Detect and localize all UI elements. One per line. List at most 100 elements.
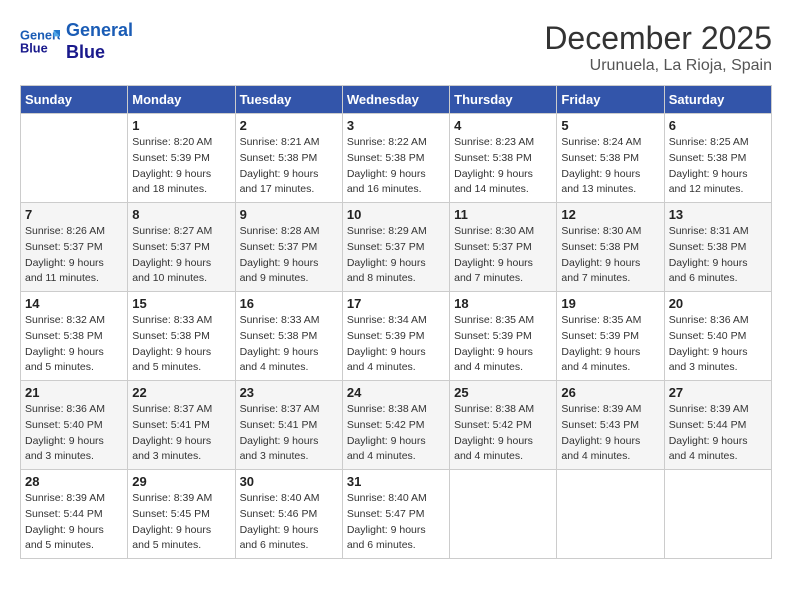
day-number: 7 [25, 207, 123, 222]
calendar-cell: 20 Sunrise: 8:36 AM Sunset: 5:40 PM Dayl… [664, 292, 771, 381]
calendar-cell: 12 Sunrise: 8:30 AM Sunset: 5:38 PM Dayl… [557, 203, 664, 292]
calendar-cell: 15 Sunrise: 8:33 AM Sunset: 5:38 PM Dayl… [128, 292, 235, 381]
cell-info: Sunrise: 8:36 AM Sunset: 5:40 PM Dayligh… [669, 313, 767, 376]
calendar-cell: 10 Sunrise: 8:29 AM Sunset: 5:37 PM Dayl… [342, 203, 449, 292]
day-header-sunday: Sunday [21, 86, 128, 114]
day-number: 9 [240, 207, 338, 222]
day-number: 4 [454, 118, 552, 133]
day-number: 16 [240, 296, 338, 311]
cell-info: Sunrise: 8:29 AM Sunset: 5:37 PM Dayligh… [347, 224, 445, 287]
calendar-cell: 7 Sunrise: 8:26 AM Sunset: 5:37 PM Dayli… [21, 203, 128, 292]
logo-blue: Blue [66, 42, 133, 64]
cell-info: Sunrise: 8:34 AM Sunset: 5:39 PM Dayligh… [347, 313, 445, 376]
day-header-monday: Monday [128, 86, 235, 114]
calendar-week-5: 28 Sunrise: 8:39 AM Sunset: 5:44 PM Dayl… [21, 470, 772, 559]
calendar-cell: 6 Sunrise: 8:25 AM Sunset: 5:38 PM Dayli… [664, 114, 771, 203]
day-number: 11 [454, 207, 552, 222]
calendar-week-3: 14 Sunrise: 8:32 AM Sunset: 5:38 PM Dayl… [21, 292, 772, 381]
cell-info: Sunrise: 8:36 AM Sunset: 5:40 PM Dayligh… [25, 402, 123, 465]
day-number: 25 [454, 385, 552, 400]
day-header-saturday: Saturday [664, 86, 771, 114]
logo: General Blue General Blue [20, 20, 133, 63]
calendar-cell: 25 Sunrise: 8:38 AM Sunset: 5:42 PM Dayl… [450, 381, 557, 470]
cell-info: Sunrise: 8:28 AM Sunset: 5:37 PM Dayligh… [240, 224, 338, 287]
cell-info: Sunrise: 8:38 AM Sunset: 5:42 PM Dayligh… [347, 402, 445, 465]
calendar-cell: 1 Sunrise: 8:20 AM Sunset: 5:39 PM Dayli… [128, 114, 235, 203]
calendar-cell: 18 Sunrise: 8:35 AM Sunset: 5:39 PM Dayl… [450, 292, 557, 381]
day-number: 31 [347, 474, 445, 489]
day-number: 19 [561, 296, 659, 311]
calendar-cell: 5 Sunrise: 8:24 AM Sunset: 5:38 PM Dayli… [557, 114, 664, 203]
calendar-cell: 30 Sunrise: 8:40 AM Sunset: 5:46 PM Dayl… [235, 470, 342, 559]
cell-info: Sunrise: 8:33 AM Sunset: 5:38 PM Dayligh… [132, 313, 230, 376]
calendar-cell: 9 Sunrise: 8:28 AM Sunset: 5:37 PM Dayli… [235, 203, 342, 292]
calendar-cell: 4 Sunrise: 8:23 AM Sunset: 5:38 PM Dayli… [450, 114, 557, 203]
day-number: 2 [240, 118, 338, 133]
calendar-cell: 3 Sunrise: 8:22 AM Sunset: 5:38 PM Dayli… [342, 114, 449, 203]
cell-info: Sunrise: 8:30 AM Sunset: 5:38 PM Dayligh… [561, 224, 659, 287]
svg-text:Blue: Blue [20, 40, 48, 55]
calendar-cell [450, 470, 557, 559]
day-number: 28 [25, 474, 123, 489]
cell-info: Sunrise: 8:25 AM Sunset: 5:38 PM Dayligh… [669, 135, 767, 198]
logo-icon: General Blue [20, 22, 60, 62]
cell-info: Sunrise: 8:40 AM Sunset: 5:46 PM Dayligh… [240, 491, 338, 554]
day-number: 10 [347, 207, 445, 222]
day-number: 5 [561, 118, 659, 133]
cell-info: Sunrise: 8:27 AM Sunset: 5:37 PM Dayligh… [132, 224, 230, 287]
calendar-week-4: 21 Sunrise: 8:36 AM Sunset: 5:40 PM Dayl… [21, 381, 772, 470]
cell-info: Sunrise: 8:33 AM Sunset: 5:38 PM Dayligh… [240, 313, 338, 376]
cell-info: Sunrise: 8:26 AM Sunset: 5:37 PM Dayligh… [25, 224, 123, 287]
calendar-cell: 11 Sunrise: 8:30 AM Sunset: 5:37 PM Dayl… [450, 203, 557, 292]
calendar-cell: 14 Sunrise: 8:32 AM Sunset: 5:38 PM Dayl… [21, 292, 128, 381]
calendar-cell: 8 Sunrise: 8:27 AM Sunset: 5:37 PM Dayli… [128, 203, 235, 292]
cell-info: Sunrise: 8:35 AM Sunset: 5:39 PM Dayligh… [454, 313, 552, 376]
day-number: 30 [240, 474, 338, 489]
calendar-cell [21, 114, 128, 203]
calendar-cell: 31 Sunrise: 8:40 AM Sunset: 5:47 PM Dayl… [342, 470, 449, 559]
cell-info: Sunrise: 8:40 AM Sunset: 5:47 PM Dayligh… [347, 491, 445, 554]
day-number: 29 [132, 474, 230, 489]
day-header-wednesday: Wednesday [342, 86, 449, 114]
day-number: 21 [25, 385, 123, 400]
logo-general: General [66, 20, 133, 42]
cell-info: Sunrise: 8:20 AM Sunset: 5:39 PM Dayligh… [132, 135, 230, 198]
calendar-cell: 16 Sunrise: 8:33 AM Sunset: 5:38 PM Dayl… [235, 292, 342, 381]
calendar-cell: 28 Sunrise: 8:39 AM Sunset: 5:44 PM Dayl… [21, 470, 128, 559]
day-number: 27 [669, 385, 767, 400]
cell-info: Sunrise: 8:38 AM Sunset: 5:42 PM Dayligh… [454, 402, 552, 465]
calendar-cell: 27 Sunrise: 8:39 AM Sunset: 5:44 PM Dayl… [664, 381, 771, 470]
calendar-cell: 21 Sunrise: 8:36 AM Sunset: 5:40 PM Dayl… [21, 381, 128, 470]
day-header-friday: Friday [557, 86, 664, 114]
cell-info: Sunrise: 8:30 AM Sunset: 5:37 PM Dayligh… [454, 224, 552, 287]
calendar-week-1: 1 Sunrise: 8:20 AM Sunset: 5:39 PM Dayli… [21, 114, 772, 203]
calendar-cell: 26 Sunrise: 8:39 AM Sunset: 5:43 PM Dayl… [557, 381, 664, 470]
calendar-body: 1 Sunrise: 8:20 AM Sunset: 5:39 PM Dayli… [21, 114, 772, 559]
title-area: December 2025 Urunuela, La Rioja, Spain [544, 20, 772, 75]
cell-info: Sunrise: 8:39 AM Sunset: 5:45 PM Dayligh… [132, 491, 230, 554]
cell-info: Sunrise: 8:22 AM Sunset: 5:38 PM Dayligh… [347, 135, 445, 198]
calendar-cell: 24 Sunrise: 8:38 AM Sunset: 5:42 PM Dayl… [342, 381, 449, 470]
location: Urunuela, La Rioja, Spain [544, 57, 772, 75]
day-number: 17 [347, 296, 445, 311]
calendar-week-2: 7 Sunrise: 8:26 AM Sunset: 5:37 PM Dayli… [21, 203, 772, 292]
calendar-cell: 19 Sunrise: 8:35 AM Sunset: 5:39 PM Dayl… [557, 292, 664, 381]
day-number: 14 [25, 296, 123, 311]
day-number: 15 [132, 296, 230, 311]
cell-info: Sunrise: 8:32 AM Sunset: 5:38 PM Dayligh… [25, 313, 123, 376]
cell-info: Sunrise: 8:24 AM Sunset: 5:38 PM Dayligh… [561, 135, 659, 198]
day-number: 26 [561, 385, 659, 400]
calendar-cell [664, 470, 771, 559]
page-header: General Blue General Blue December 2025 … [20, 20, 772, 75]
calendar-cell: 29 Sunrise: 8:39 AM Sunset: 5:45 PM Dayl… [128, 470, 235, 559]
day-number: 3 [347, 118, 445, 133]
cell-info: Sunrise: 8:35 AM Sunset: 5:39 PM Dayligh… [561, 313, 659, 376]
day-number: 24 [347, 385, 445, 400]
day-number: 12 [561, 207, 659, 222]
day-number: 22 [132, 385, 230, 400]
calendar-cell [557, 470, 664, 559]
cell-info: Sunrise: 8:23 AM Sunset: 5:38 PM Dayligh… [454, 135, 552, 198]
calendar-cell: 13 Sunrise: 8:31 AM Sunset: 5:38 PM Dayl… [664, 203, 771, 292]
day-number: 6 [669, 118, 767, 133]
calendar-cell: 2 Sunrise: 8:21 AM Sunset: 5:38 PM Dayli… [235, 114, 342, 203]
